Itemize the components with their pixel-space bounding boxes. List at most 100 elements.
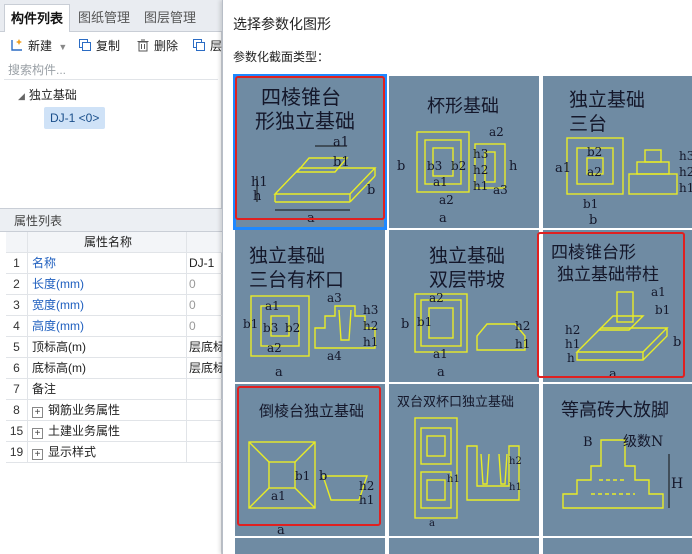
svg-text:a: a [439, 211, 447, 226]
shape-tile-brick-footing[interactable]: 等高砖大放脚 B 级数N H [543, 384, 692, 536]
tree-item-dj1[interactable]: DJ-1 <0> [44, 107, 106, 129]
svg-text:h1: h1 [565, 337, 580, 351]
svg-text:H: H [671, 476, 683, 492]
svg-text:a: a [429, 518, 435, 529]
shape-tile-inverted-frustum[interactable]: 倒棱台独立基础 b1 a1 a b h2 h1 [235, 384, 385, 536]
shape-tile-cup-foundation[interactable]: 杯形基础 b b3 b2 a1 a2 a a2 h3 h2 h1 a3 h [389, 76, 539, 228]
inverted-frustum-diagram: 倒棱台独立基础 b1 a1 a b h2 h1 [248, 402, 374, 536]
property-value[interactable]: DJ-1 [186, 253, 226, 274]
shape-tile-pyramid-frustum[interactable]: 四棱锥台 形独立基础 a a1 b1 b h1 h [233, 74, 387, 230]
svg-text:h2: h2 [359, 479, 374, 493]
svg-text:形独立基础: 形独立基础 [255, 109, 355, 133]
svg-text:h1: h1 [509, 482, 522, 493]
svg-text:h1: h1 [447, 474, 460, 485]
property-group-row[interactable]: 8 + 钢筋业务属性 [6, 400, 222, 421]
brick-footing-diagram: 等高砖大放脚 B 级数N H [561, 400, 683, 509]
svg-text:b: b [673, 335, 681, 350]
svg-text:a3: a3 [327, 291, 342, 305]
svg-text:a: a [437, 365, 445, 380]
shape-tile-three-step-cup[interactable]: 独立基础 三台有杯口 b1 a1 b3 b2 a2 a a3 a4 h3 h2 … [235, 230, 385, 382]
svg-text:b1: b1 [295, 469, 310, 483]
tree-root-independent-foundation[interactable]: ◢ 独立基础 [18, 86, 77, 103]
property-group-row[interactable]: 19 + 显示样式 [6, 442, 222, 463]
property-value[interactable] [186, 379, 226, 400]
svg-text:独立基础: 独立基础 [249, 245, 325, 267]
svg-text:a: a [275, 365, 283, 380]
property-row[interactable]: 7 备注 [6, 379, 222, 400]
shape-tile-partial[interactable] [543, 538, 692, 554]
svg-text:四棱锥台: 四棱锥台 [261, 85, 341, 109]
svg-text:双台双杯口独立基础: 双台双杯口独立基础 [397, 395, 514, 410]
shape-tile-partial[interactable] [389, 538, 539, 554]
svg-text:h1: h1 [251, 175, 268, 190]
svg-text:h3: h3 [473, 147, 488, 161]
property-row[interactable]: 1 名称 DJ-1 [6, 253, 222, 274]
component-panel: 构件列表 图纸管理 图层管理 新建 ▼ 复制 删除 层 搜索构件... ◢ 独立基… [0, 0, 225, 554]
shape-tile-double-cup[interactable]: 双台双杯口独立基础 h1 a h1 h2 [389, 384, 539, 536]
cup-foundation-diagram: 杯形基础 b b3 b2 a1 a2 a a2 h3 h2 h1 a3 h [397, 96, 518, 226]
dialog-title: 选择参数化图形 [233, 16, 331, 32]
property-value[interactable]: 层底标 [186, 337, 226, 358]
svg-text:a1: a1 [433, 175, 448, 189]
svg-text:h3: h3 [679, 149, 692, 163]
new-icon [11, 39, 22, 51]
property-table: 属性名称 1 名称 DJ-1 2 长度(mm) 0 3 宽度(mm) 0 4 高度(mm) 0 … [6, 232, 225, 463]
expand-icon[interactable]: + [32, 449, 43, 460]
svg-text:四棱锥台形: 四棱锥台形 [551, 243, 636, 263]
svg-text:a2: a2 [439, 193, 454, 207]
layer-button[interactable]: 层 [192, 37, 222, 55]
tab-drawing-management[interactable]: 图纸管理 [72, 4, 136, 32]
property-row[interactable]: 4 高度(mm) 0 [6, 316, 222, 337]
new-dropdown-icon[interactable]: ▼ [58, 42, 67, 52]
property-row[interactable]: 5 顶标高(m) 层底标 [6, 337, 225, 358]
svg-text:a3: a3 [493, 183, 508, 197]
svg-text:b1: b1 [583, 197, 598, 211]
parametric-shape-dialog: 选择参数化图形 参数化截面类型： 四棱锥台 形独立基础 a a1 b1 b h1… [222, 0, 692, 554]
property-value[interactable]: 0 [186, 274, 226, 295]
svg-text:a1: a1 [433, 347, 448, 361]
property-row[interactable]: 3 宽度(mm) 0 [6, 295, 222, 316]
property-header-row: 属性名称 [6, 232, 222, 253]
shape-tile-double-slope[interactable]: 独立基础 双层带坡 b a2 b1 a1 a h2 h1 [389, 230, 539, 382]
svg-text:h1: h1 [515, 337, 530, 351]
tree-root-label: 独立基础 [28, 88, 77, 102]
shape-tile-three-step[interactable]: 独立基础 三台 a1 b2 a2 b1 b h3 h2 h1 [543, 76, 692, 228]
three-step-diagram: 独立基础 三台 a1 b2 a2 b1 b h3 h2 h1 [555, 89, 692, 228]
tab-component-list[interactable]: 构件列表 [4, 4, 70, 32]
search-input[interactable]: 搜索构件... [4, 60, 218, 80]
layer-icon [193, 39, 205, 51]
svg-text:倒棱台独立基础: 倒棱台独立基础 [259, 402, 364, 420]
shape-tile-pyramid-with-column[interactable]: 四棱锥台形 独立基础带柱 h2 h1 h a1 b1 b a [543, 230, 692, 382]
copy-button[interactable]: 复制 [78, 37, 120, 55]
tab-layer-management[interactable]: 图层管理 [138, 4, 202, 32]
expand-icon[interactable]: + [32, 428, 43, 439]
svg-text:双层带坡: 双层带坡 [429, 269, 505, 291]
delete-label: 删除 [154, 39, 179, 53]
property-row[interactable]: 2 长度(mm) 0 [6, 274, 222, 295]
svg-text:a1: a1 [333, 135, 349, 150]
svg-text:h2: h2 [509, 456, 522, 467]
svg-text:独立基础带柱: 独立基础带柱 [557, 265, 659, 285]
property-value[interactable]: 0 [186, 316, 226, 337]
collapse-arrow-icon[interactable]: ◢ [18, 91, 25, 101]
svg-text:b: b [589, 213, 597, 228]
svg-text:h2: h2 [565, 323, 580, 337]
property-value[interactable]: 0 [186, 295, 226, 316]
svg-text:a2: a2 [267, 341, 282, 355]
svg-text:h2: h2 [473, 163, 488, 177]
svg-text:b3: b3 [427, 159, 442, 173]
svg-text:b: b [401, 317, 409, 332]
property-name-header: 属性名称 [83, 235, 132, 249]
property-group-row[interactable]: 15 + 土建业务属性 [6, 421, 222, 442]
svg-text:B: B [583, 435, 593, 450]
svg-text:b1: b1 [333, 155, 350, 170]
delete-button[interactable]: 删除 [136, 37, 178, 55]
new-button[interactable]: 新建 ▼ [10, 37, 67, 55]
property-row[interactable]: 6 底标高(m) 层底标 [6, 358, 225, 379]
pyramid-frustum-diagram: 四棱锥台 形独立基础 a a1 b1 b h1 h [251, 85, 377, 226]
expand-icon[interactable]: + [32, 407, 43, 418]
property-value[interactable]: 层底标 [186, 358, 226, 379]
shape-tile-partial[interactable] [235, 538, 385, 554]
svg-text:三台有杯口: 三台有杯口 [249, 269, 344, 291]
layer-label: 层 [210, 39, 223, 53]
